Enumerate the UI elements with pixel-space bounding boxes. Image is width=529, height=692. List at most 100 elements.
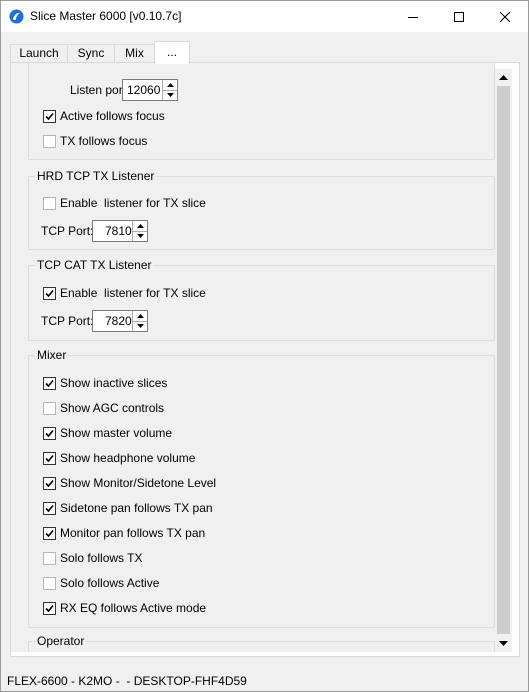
mixer-option-checkbox[interactable]: Show AGC controls [43,400,164,416]
operator-group: Operator [28,634,495,652]
tab-label: Launch [19,46,59,60]
tcp-cat-tx-listener-group: TCP CAT TX Listener Enable listener for … [28,258,495,341]
status-bar: FLEX-6600 - K2MO - - DESKTOP-FHF4D59 [7,674,247,688]
mixer-option-checkbox[interactable]: Monitor pan follows TX pan [43,525,205,541]
checkbox-label: Solo follows Active [60,576,160,590]
checkmark-icon [45,529,54,537]
checkbox[interactable] [43,376,56,390]
checkmark-icon [45,479,54,487]
mixer-option-checkbox[interactable]: Solo follows TX [43,550,142,566]
checkbox[interactable] [43,426,56,440]
checkbox-label: Show Monitor/Sidetone Level [60,476,217,490]
tab-more[interactable]: ... [154,41,190,64]
triangle-down-icon [136,324,144,329]
checkbox-label: Show headphone volume [60,451,196,465]
checkbox-label: Solo follows TX [60,551,143,565]
settings-scroll-area[interactable]: Listen port: 12060 Active follows focus … [11,63,495,652]
checkbox-label: Show AGC controls [60,401,165,415]
checkbox[interactable] [43,401,56,415]
tab-mix[interactable]: Mix [114,44,155,63]
hrd-tcp-tx-listener-group: HRD TCP TX Listener Enable listener for … [28,169,495,250]
tab-label: Mix [125,46,144,60]
scroll-down-button[interactable] [495,635,512,652]
listen-port-label: Listen port: [70,83,130,97]
mixer-option-checkbox[interactable]: Show Monitor/Sidetone Level [43,475,216,491]
triangle-down-icon [136,234,144,239]
tab-label: Sync [77,46,105,60]
tab-launch[interactable]: Launch [10,44,68,63]
checkbox-label: Monitor pan follows TX pan [60,526,206,540]
mixer-option-checkbox[interactable]: Show inactive slices [43,375,167,391]
mixer-option-checkbox[interactable]: Sidetone pan follows TX pan [43,500,213,516]
active-follows-focus-checkbox[interactable]: Active follows focus [43,108,165,124]
hrd-tcp-port-label: TCP Port: [41,224,94,238]
checkbox-label: TX follows focus [60,134,148,148]
checkbox[interactable] [43,476,56,490]
tcpcat-tcp-port-value: 7820 [105,314,132,328]
checkmark-icon [45,289,54,297]
triangle-up-icon [136,313,144,318]
tab-sync[interactable]: Sync [67,44,115,63]
maximize-button[interactable] [436,1,482,32]
title-bar[interactable]: Slice Master 6000 [v0.10.7c] [1,1,528,32]
mixer-option-checkbox[interactable]: RX EQ follows Active mode [43,600,206,616]
triangle-up-icon [166,82,174,87]
close-icon [500,11,510,22]
spin-down-button[interactable] [163,89,177,101]
checkmark-icon [45,112,54,120]
group-title: HRD TCP TX Listener [35,169,157,183]
checkbox[interactable] [43,134,56,148]
checkmark-icon [45,604,54,612]
mixer-option-checkbox[interactable]: Solo follows Active [43,575,159,591]
spin-up-button[interactable] [163,80,177,90]
checkbox[interactable] [43,576,56,590]
checkmark-icon [45,379,54,387]
checkbox[interactable] [43,109,56,123]
checkbox-label: Active follows focus [60,109,165,123]
listen-port-spinner[interactable]: 12060 [122,79,178,101]
checkbox-label: Enable listener for TX slice [60,196,206,210]
listen-port-value: 12060 [127,83,161,97]
checkbox[interactable] [43,286,56,300]
group-title: Mixer [35,348,69,362]
hrd-tcp-port-spinner[interactable]: 7810 [92,220,148,242]
spin-down-button[interactable] [133,230,147,242]
spin-up-button[interactable] [133,311,147,321]
mixer-option-checkbox[interactable]: Show headphone volume [43,450,195,466]
spin-down-button[interactable] [133,320,147,332]
tcpcat-tcp-port-spinner[interactable]: 7820 [92,310,148,332]
mixer-group: Mixer Show inactive slices Show AGC contr… [28,348,495,628]
vertical-scrollbar[interactable] [495,69,512,652]
hrd-enable-listener-checkbox[interactable]: Enable listener for TX slice [43,195,206,211]
checkbox-label: Enable listener for TX slice [60,286,206,300]
close-button[interactable] [482,1,528,32]
app-window: Slice Master 6000 [v0.10.7c] Launch Sync… [0,0,529,692]
checkmark-icon [45,454,54,462]
checkbox[interactable] [43,196,56,210]
scroll-up-arrow-icon [499,75,508,80]
checkbox-label: RX EQ follows Active mode [60,601,207,615]
checkbox[interactable] [43,551,56,565]
scroll-down-arrow-icon [499,641,508,646]
checkbox[interactable] [43,451,56,465]
group-title: Operator [35,634,87,648]
triangle-up-icon [136,223,144,228]
tx-follows-focus-checkbox[interactable]: TX follows focus [43,133,147,149]
maximize-icon [454,11,464,22]
scrollbar-thumb[interactable] [497,86,510,634]
checkmark-icon [45,429,54,437]
triangle-down-icon [166,93,174,98]
window-title: Slice Master 6000 [v0.10.7c] [30,9,182,23]
tcpcat-tcp-port-label: TCP Port: [41,314,94,328]
checkbox[interactable] [43,601,56,615]
checkbox-label: Show inactive slices [60,376,168,390]
checkbox[interactable] [43,526,56,540]
tcpcat-enable-listener-checkbox[interactable]: Enable listener for TX slice [43,285,206,301]
spin-up-button[interactable] [133,221,147,231]
scroll-up-button[interactable] [495,69,512,86]
minimize-button[interactable] [390,1,436,32]
app-logo-icon [9,9,24,24]
hrd-tcp-port-value: 7810 [105,224,132,238]
mixer-option-checkbox[interactable]: Show master volume [43,425,172,441]
checkbox[interactable] [43,501,56,515]
